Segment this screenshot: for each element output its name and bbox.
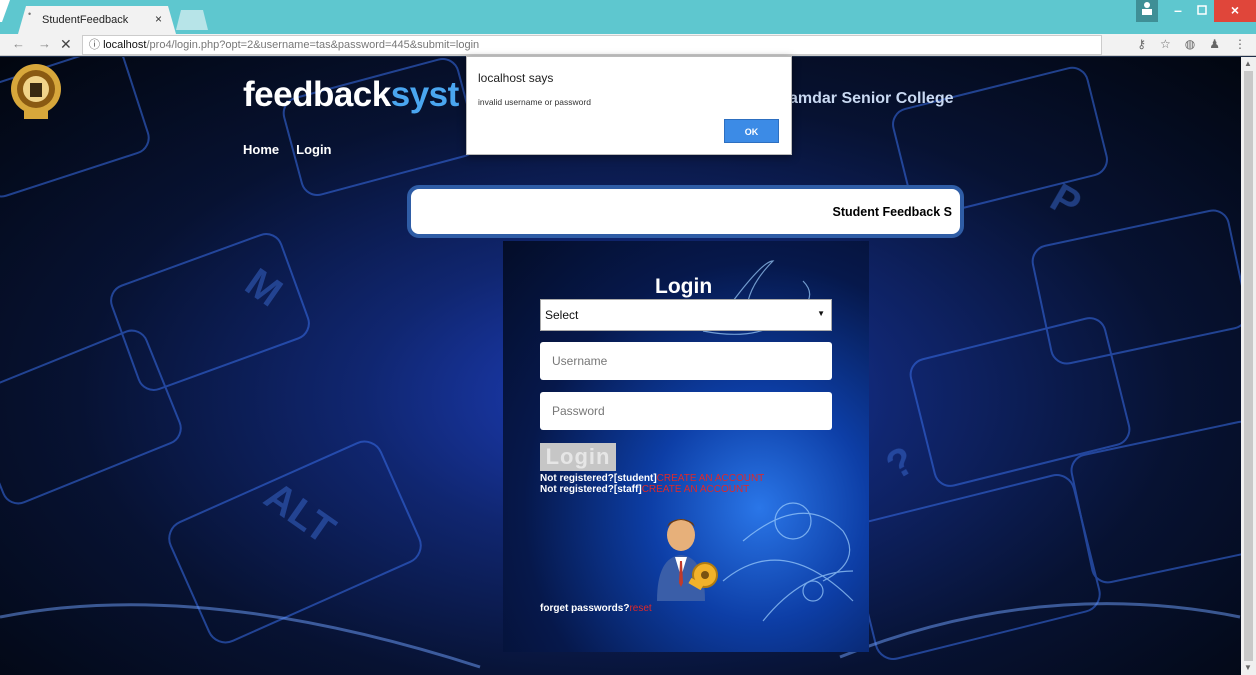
url-path: /pro4/login.php?opt=2&username=tas&passw… <box>146 39 480 51</box>
svg-text:M: M <box>237 260 290 315</box>
user-type-select[interactable]: Select ▼ <box>540 299 832 331</box>
marquee-text: Student Feedback S <box>832 205 952 219</box>
svg-text:P: P <box>1043 175 1088 226</box>
tab-favicon-icon: • <box>28 9 32 19</box>
address-bar: ← → ✕ ⓘ localhost/pro4/login.php?opt=2&u… <box>0 34 1256 56</box>
forward-icon[interactable]: → <box>38 36 51 51</box>
select-value: Select <box>545 308 579 322</box>
alert-dialog: localhost says invalid username or passw… <box>466 56 792 155</box>
minimize-icon[interactable]: – <box>1166 0 1190 22</box>
back-icon[interactable]: ← <box>12 36 25 51</box>
scrollbar-thumb[interactable] <box>1244 71 1253 661</box>
user-key-icon <box>657 519 718 601</box>
url-host: localhost <box>103 39 147 51</box>
bookmark-star-icon[interactable]: ☆ <box>1160 37 1171 51</box>
alert-ok-button[interactable]: OK <box>724 119 779 143</box>
svg-text:?: ? <box>879 438 922 488</box>
top-nav: Home Login <box>243 142 332 157</box>
brand-part-blue: syst <box>390 75 460 114</box>
forget-password-line: forget passwords?reset <box>540 603 652 614</box>
more-menu-icon[interactable]: ⋮ <box>1234 37 1246 51</box>
username-input[interactable]: Username <box>540 342 832 380</box>
browser-tab[interactable]: • StudentFeedback × <box>18 6 176 34</box>
tab-title: StudentFeedback <box>42 14 129 26</box>
browser-tab-strip: • StudentFeedback × – × <box>0 0 1256 34</box>
reset-password-link[interactable]: reset <box>629 603 651 614</box>
nav-login[interactable]: Login <box>296 142 331 157</box>
extension-icon[interactable]: ◍ <box>1185 37 1195 51</box>
svg-text:ALT: ALT <box>256 474 343 553</box>
scroll-down-icon[interactable]: ▼ <box>1244 663 1252 672</box>
maximize-icon[interactable] <box>1190 0 1214 22</box>
profile-icon[interactable] <box>1136 0 1158 22</box>
window-close-icon[interactable]: × <box>1214 0 1256 22</box>
register-student-line: Not registered?[student]CREATE AN ACCOUN… <box>540 473 764 484</box>
username-placeholder: Username <box>552 354 608 368</box>
window-accent <box>0 0 10 22</box>
register-student-text: Not registered?[student] <box>540 473 657 484</box>
scroll-up-icon[interactable]: ▲ <box>1244 59 1252 68</box>
key-icon[interactable]: ⚷ <box>1137 37 1146 51</box>
login-panel: Login Select ▼ Username Password Login N… <box>503 241 869 652</box>
toolbar-icons: ⚷ ☆ ◍ ♟ ⋮ <box>1137 37 1246 51</box>
stop-loading-icon[interactable]: ✕ <box>60 36 72 53</box>
window-controls: – × <box>1136 0 1256 22</box>
nav-home[interactable]: Home <box>243 142 279 157</box>
new-tab-button[interactable] <box>176 10 208 30</box>
register-staff-text: Not registered?[staff] <box>540 484 642 495</box>
announcement-marquee: Student Feedback S <box>407 185 964 238</box>
brand-part-white: feedback <box>243 75 391 114</box>
info-icon[interactable]: ⓘ <box>89 39 100 51</box>
create-account-student-link[interactable]: CREATE AN ACCOUNT <box>657 473 765 484</box>
alert-heading: localhost says <box>478 71 554 85</box>
tab-close-icon[interactable]: × <box>155 12 162 26</box>
page-scrollbar[interactable]: ▲ ▼ <box>1241 57 1256 675</box>
dropdown-arrow-icon: ▼ <box>817 309 825 318</box>
login-button[interactable]: Login <box>540 443 616 471</box>
forget-password-text: forget passwords? <box>540 603 630 614</box>
incognito-icon[interactable]: ♟ <box>1209 37 1220 51</box>
url-field[interactable]: ⓘ localhost/pro4/login.php?opt=2&usernam… <box>82 35 1102 55</box>
password-placeholder: Password <box>552 404 605 418</box>
college-name: amdar Senior College <box>789 90 954 107</box>
register-staff-line: Not registered?[staff]CREATE AN ACCOUNT <box>540 484 749 495</box>
password-input[interactable]: Password <box>540 392 832 430</box>
site-brand: feedbacksyst <box>243 75 459 115</box>
alert-message: invalid username or password <box>478 97 591 107</box>
college-logo <box>11 64 61 119</box>
create-account-staff-link[interactable]: CREATE AN ACCOUNT <box>642 484 750 495</box>
login-heading: Login <box>655 275 713 298</box>
